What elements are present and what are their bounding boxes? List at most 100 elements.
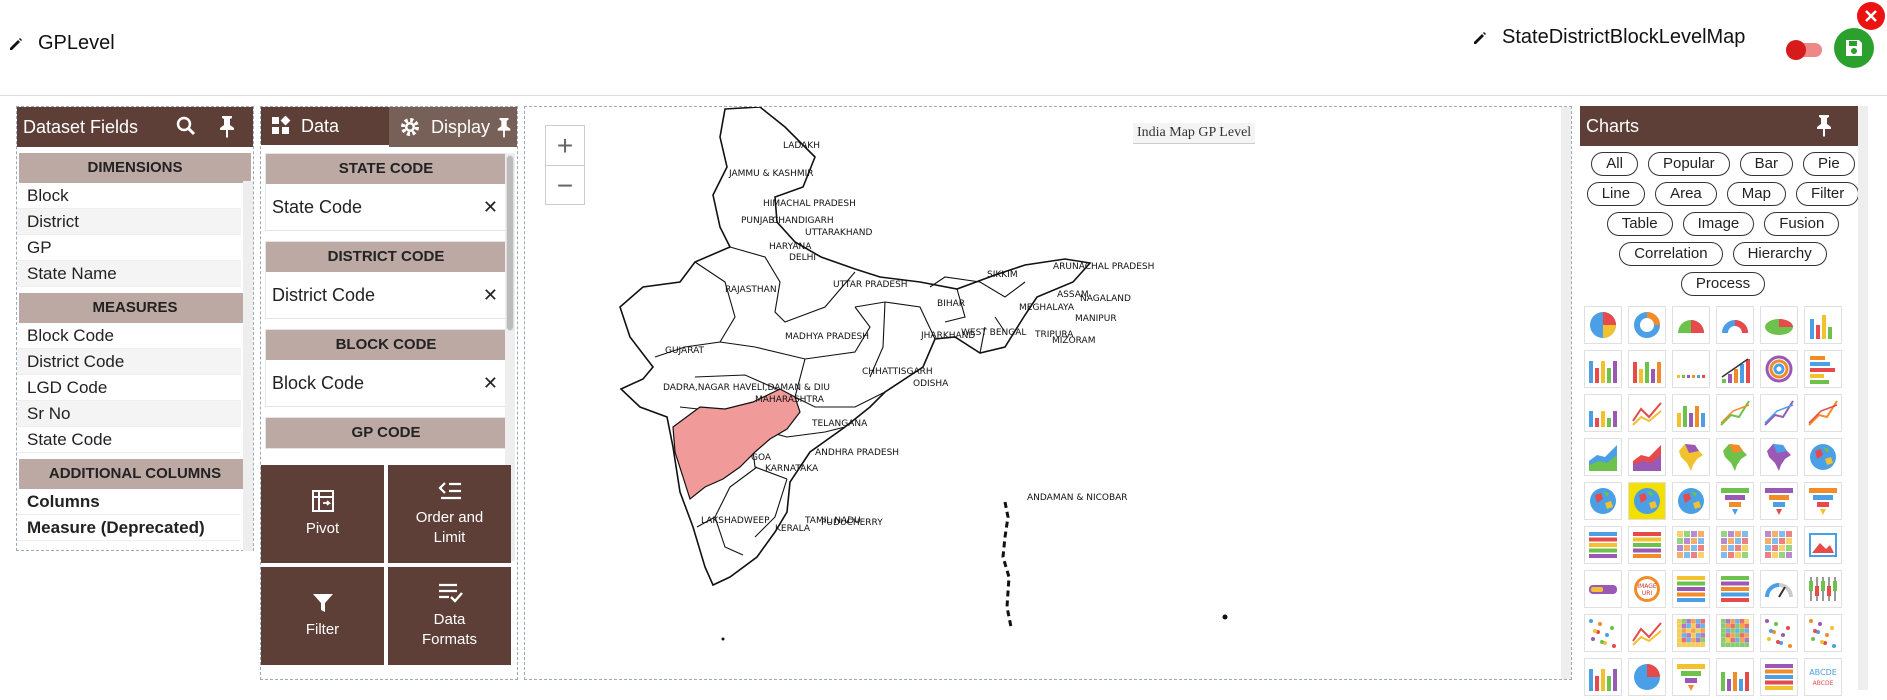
chart-type-map[interactable] xyxy=(1716,438,1754,476)
measure-item[interactable]: State Code xyxy=(17,427,241,453)
chart-type-scatter[interactable] xyxy=(1804,614,1842,652)
chip-popular[interactable]: Popular xyxy=(1647,152,1730,176)
close-button[interactable] xyxy=(1857,2,1885,30)
chart-type-bars[interactable] xyxy=(1584,350,1622,388)
chart-type-scatter[interactable] xyxy=(1760,614,1798,652)
india-map[interactable]: LADAKH JAMMU & KASHMIR HIMACHAL PRADESH … xyxy=(525,107,1563,679)
chart-type-bars[interactable] xyxy=(1716,658,1754,696)
config-scroll-thumb[interactable] xyxy=(506,155,514,331)
remove-field-icon[interactable]: ✕ xyxy=(483,285,498,306)
chart-type-area[interactable] xyxy=(1628,438,1666,476)
chart-type-funnel[interactable] xyxy=(1804,482,1842,520)
chart-type-3d-pie[interactable] xyxy=(1760,306,1798,344)
dimension-item[interactable]: GP xyxy=(17,235,241,261)
chart-type-scatter[interactable] xyxy=(1584,614,1622,652)
chart-type-dots[interactable] xyxy=(1672,350,1710,388)
chart-type-globe[interactable] xyxy=(1804,438,1842,476)
chart-type-funnel[interactable] xyxy=(1716,482,1754,520)
chip-correlation[interactable]: Correlation xyxy=(1619,242,1723,266)
additional-column-item[interactable]: Columns xyxy=(17,489,241,515)
chart-type-globe[interactable] xyxy=(1584,482,1622,520)
chart-type-imageuri[interactable]: IMAGE URI xyxy=(1628,570,1666,608)
chart-type-table[interactable] xyxy=(1584,526,1622,564)
chart-type-semi-pie[interactable] xyxy=(1672,306,1710,344)
chart-type-grid[interactable] xyxy=(1760,526,1798,564)
chart-type-table[interactable] xyxy=(1628,526,1666,564)
chart-type-gauge[interactable] xyxy=(1760,570,1798,608)
measure-item[interactable]: District Code xyxy=(17,349,241,375)
field-card-row[interactable]: State Code ✕ xyxy=(266,184,506,230)
chart-type-candle[interactable] xyxy=(1804,570,1842,608)
chip-area[interactable]: Area xyxy=(1655,182,1717,206)
chip-hierarchy[interactable]: Hierarchy xyxy=(1732,242,1827,266)
chart-type-bars[interactable] xyxy=(1628,350,1666,388)
chart-type-stairs[interactable] xyxy=(1716,350,1754,388)
chart-type-lines[interactable] xyxy=(1628,394,1666,432)
pencil-icon[interactable] xyxy=(1472,30,1488,46)
chart-type-pie[interactable] xyxy=(1584,306,1622,344)
chart-type-heat[interactable] xyxy=(1672,614,1710,652)
chip-fusion[interactable]: Fusion xyxy=(1764,212,1840,236)
map-scrollbar[interactable] xyxy=(1561,107,1571,679)
chart-type-bar[interactable] xyxy=(1804,306,1842,344)
chart-type-heat[interactable] xyxy=(1716,614,1754,652)
chip-filter[interactable]: Filter xyxy=(1795,182,1860,206)
chart-type-map[interactable] xyxy=(1760,438,1798,476)
chart-type-line[interactable] xyxy=(1716,394,1754,432)
remove-field-icon[interactable]: ✕ xyxy=(483,373,498,394)
chart-type-table[interactable] xyxy=(1672,570,1710,608)
charts-scrollbar[interactable] xyxy=(1858,106,1868,690)
chart-type-area[interactable] xyxy=(1584,438,1622,476)
dimension-item[interactable]: District xyxy=(17,209,241,235)
chart-type-grid[interactable] xyxy=(1716,526,1754,564)
chart-type-rings[interactable] xyxy=(1760,350,1798,388)
field-card-row[interactable]: District Code ✕ xyxy=(266,272,506,318)
chip-image[interactable]: Image xyxy=(1682,212,1755,236)
toggle-switch[interactable] xyxy=(1786,40,1822,60)
chip-map[interactable]: Map xyxy=(1726,182,1786,206)
right-title-area[interactable]: StateDistrictBlockLevelMap xyxy=(1472,26,1745,49)
chart-type-table[interactable] xyxy=(1716,570,1754,608)
remove-field-icon[interactable]: ✕ xyxy=(483,197,498,218)
chart-type-donut[interactable] xyxy=(1628,306,1666,344)
dimension-item[interactable]: State Name xyxy=(17,261,241,287)
pencil-icon[interactable] xyxy=(8,36,24,52)
chip-pie[interactable]: Pie xyxy=(1803,152,1855,176)
measure-item[interactable]: LGD Code xyxy=(17,375,241,401)
chart-type-hbars[interactable] xyxy=(1804,350,1842,388)
additional-column-item[interactable]: Measure (Deprecated) xyxy=(17,515,241,541)
pin-icon[interactable] xyxy=(217,114,237,138)
chart-type-line[interactable] xyxy=(1760,394,1798,432)
left-title-area[interactable]: GPLevel xyxy=(8,32,115,55)
dataset-scrollbar[interactable] xyxy=(243,181,253,551)
chart-type-pie[interactable] xyxy=(1628,658,1666,696)
chart-type-funnel[interactable] xyxy=(1672,658,1710,696)
chart-type-lines[interactable] xyxy=(1628,614,1666,652)
chart-type-semi-donut[interactable] xyxy=(1716,306,1754,344)
chart-type-table[interactable] xyxy=(1760,658,1798,696)
chip-process[interactable]: Process xyxy=(1680,272,1766,296)
chart-type-pill[interactable] xyxy=(1584,570,1622,608)
data-formats-button[interactable]: Data Formats xyxy=(388,567,511,665)
chip-all[interactable]: All xyxy=(1591,152,1638,176)
chart-type-abcde[interactable]: ABCDE ABCDE xyxy=(1804,658,1842,696)
measure-item[interactable]: Block Code xyxy=(17,323,241,349)
dimension-item[interactable]: Block xyxy=(17,183,241,209)
chart-type-bars[interactable] xyxy=(1584,394,1622,432)
chart-type-bars[interactable] xyxy=(1672,394,1710,432)
chip-table[interactable]: Table xyxy=(1606,212,1673,236)
chart-type-bars[interactable] xyxy=(1584,658,1622,696)
chip-line[interactable]: Line xyxy=(1586,182,1646,206)
tab-data[interactable]: Data xyxy=(261,107,389,147)
field-card-row[interactable]: Block Code ✕ xyxy=(266,360,506,406)
chart-type-map[interactable] xyxy=(1672,438,1710,476)
pin-icon[interactable] xyxy=(495,116,513,138)
search-icon[interactable] xyxy=(175,115,197,137)
chart-type-globe[interactable] xyxy=(1672,482,1710,520)
measure-item[interactable]: Sr No xyxy=(17,401,241,427)
chart-type-globe[interactable] xyxy=(1628,482,1666,520)
chart-type-line[interactable] xyxy=(1804,394,1842,432)
save-button[interactable] xyxy=(1834,28,1874,68)
pivot-button[interactable]: Pivot xyxy=(261,465,384,563)
order-limit-button[interactable]: Order and Limit xyxy=(388,465,511,563)
